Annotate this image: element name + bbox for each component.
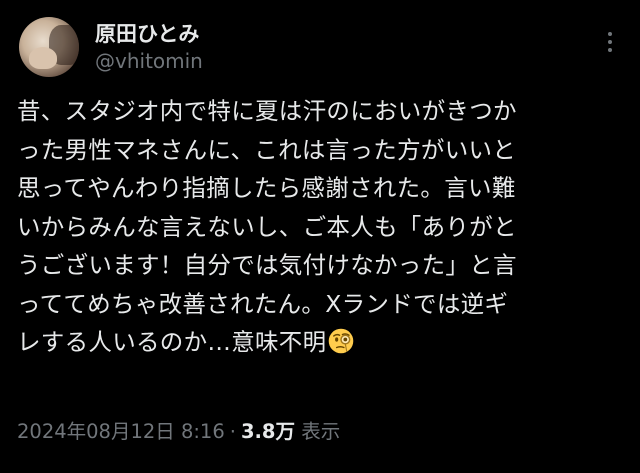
tweet-text-line-last: レする人いるのか…意味不明 — [17, 323, 627, 362]
tweet-text-line: いからみんな言えないし、ご本人も「ありがと — [17, 212, 517, 241]
avatar[interactable] — [19, 17, 79, 77]
avatar-photo-hand — [29, 47, 57, 69]
tweet-text-line: 思ってやんわり指摘したら感謝された。言い難 — [17, 174, 516, 202]
more-dot — [608, 40, 612, 44]
views-label: 表示 — [301, 420, 341, 443]
views-count: 3.8万 — [240, 420, 295, 443]
more-options-icon[interactable] — [598, 28, 622, 56]
author-display-name[interactable]: 原田ひとみ — [95, 18, 199, 48]
tweet-text-line: うございます！自分では気付けなかった」と言 — [17, 251, 517, 279]
tweet: 原田ひとみ @vhitomin 昔、スタジオ内で特に夏は汗のにおいがきつか った… — [0, 0, 640, 473]
timestamp-link[interactable]: 2024年08月12日 8:16 — [17, 420, 225, 443]
tweet-text-line: っててめちゃ改善されたん。Xランドでは逆ギ — [17, 289, 509, 318]
meta-separator: · — [229, 420, 236, 443]
tweet-text-line: 昔、スタジオ内で特に夏は汗のにおいがきつか — [17, 97, 517, 125]
face-with-monocle-icon — [329, 328, 354, 354]
tweet-text-last-segment: レする人いるのか…意味不明 — [17, 328, 327, 356]
tweet-meta: 2024年08月12日 8:16 · 3.8万 表示 — [17, 415, 340, 444]
tweet-text: 昔、スタジオ内で特に夏は汗のにおいがきつか った男性マネさんに、これは言った方が… — [17, 92, 627, 362]
more-dot — [608, 48, 612, 52]
tweet-text-line: った男性マネさんに、これは言った方がいいと — [17, 135, 517, 164]
author-handle[interactable]: @vhitomin — [95, 49, 203, 73]
more-dot — [608, 32, 612, 36]
